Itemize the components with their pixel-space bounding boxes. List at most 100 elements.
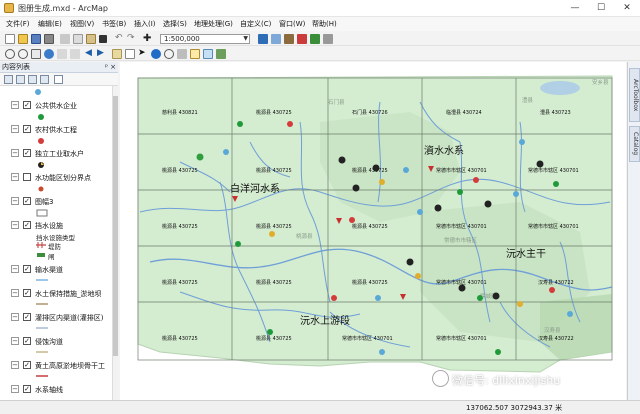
zoom-in-icon[interactable] <box>5 49 15 59</box>
expand-icon[interactable]: − <box>11 197 19 205</box>
menu-selection[interactable]: 选择(S) <box>163 19 187 29</box>
toc-layer-row[interactable]: − ✓ 挡水设施 <box>0 220 112 232</box>
maximize-button[interactable]: ☐ <box>588 0 614 16</box>
facility-point[interactable] <box>379 349 385 355</box>
facility-point[interactable] <box>406 258 414 266</box>
layer-checkbox[interactable]: ✓ <box>23 149 31 157</box>
toc-layer-row[interactable]: − ✓ 水系轴线 <box>0 384 112 396</box>
layer-checkbox[interactable]: ✓ <box>23 265 31 273</box>
layer-checkbox[interactable]: ✓ <box>23 337 31 345</box>
expand-icon[interactable]: − <box>11 265 19 273</box>
expand-icon[interactable]: − <box>11 173 19 181</box>
close-icon[interactable]: × <box>110 62 116 72</box>
model-builder-icon[interactable] <box>323 34 333 44</box>
menu-windows[interactable]: 窗口(W) <box>279 19 305 29</box>
expand-icon[interactable]: − <box>11 289 19 297</box>
facility-point[interactable] <box>553 181 559 187</box>
facility-point[interactable] <box>269 231 275 237</box>
layer-checkbox[interactable]: ✓ <box>23 313 31 321</box>
toc-layer-row[interactable]: − ✓ 灌排区内渠道(灌排区) <box>0 312 112 324</box>
facility-point[interactable] <box>417 209 423 215</box>
facility-point[interactable] <box>458 284 466 292</box>
toc-layer-row[interactable]: − ✓ 独立工业取水户 <box>0 148 112 160</box>
facility-point[interactable] <box>536 160 544 168</box>
redo-icon[interactable]: ↷ <box>127 34 137 44</box>
toc-scrollbar[interactable] <box>112 86 118 400</box>
facility-point[interactable] <box>519 139 525 145</box>
toc-scroll-thumb[interactable] <box>113 96 118 356</box>
facility-point[interactable] <box>492 292 500 300</box>
facility-point[interactable] <box>513 191 519 197</box>
layer-checkbox[interactable]: ✓ <box>23 101 31 109</box>
zoom-out-icon[interactable] <box>18 49 28 59</box>
facility-point[interactable] <box>484 200 492 208</box>
forward-extent-icon[interactable]: ▶ <box>97 49 107 59</box>
toc-layer-row[interactable]: − ✓ 输水渠道 <box>0 264 112 276</box>
layer-checkbox[interactable] <box>23 173 31 181</box>
facility-point[interactable] <box>434 204 442 212</box>
arctoolbox-tab[interactable]: ArcToolbox <box>629 68 640 122</box>
find-icon[interactable] <box>164 49 174 59</box>
fixed-zoom-in-icon[interactable] <box>57 49 67 59</box>
facility-point[interactable] <box>457 189 463 195</box>
facility-point[interactable] <box>372 164 380 172</box>
pin-icon[interactable]: ᵖ <box>105 62 108 72</box>
facility-point[interactable] <box>567 311 573 317</box>
facility-point[interactable] <box>473 177 479 183</box>
html-popup-icon[interactable] <box>203 49 213 59</box>
expand-icon[interactable]: − <box>11 221 19 229</box>
facility-point[interactable] <box>415 273 421 279</box>
copy-icon[interactable] <box>73 34 83 44</box>
measure-icon[interactable] <box>177 49 187 59</box>
facility-point[interactable] <box>267 329 273 335</box>
facility-point[interactable] <box>549 287 555 293</box>
facility-point[interactable] <box>338 156 346 164</box>
print-icon[interactable] <box>44 34 54 44</box>
add-data-icon[interactable]: ✚ <box>143 34 153 44</box>
facility-point[interactable] <box>235 241 241 247</box>
layer-checkbox[interactable]: ✓ <box>23 289 31 297</box>
options-icon[interactable] <box>54 75 63 84</box>
toc-layer-row[interactable]: − ✓ 水土保持措施_淤地坝 <box>0 288 112 300</box>
facility-point[interactable] <box>477 295 483 301</box>
expand-icon[interactable]: − <box>11 385 19 393</box>
menu-view[interactable]: 视图(V) <box>70 19 94 29</box>
select-elements-icon[interactable]: ➤ <box>138 49 148 59</box>
list-by-drawing-order-icon[interactable] <box>4 75 13 84</box>
facility-point[interactable] <box>352 184 360 192</box>
expand-icon[interactable]: − <box>11 101 19 109</box>
menu-bookmarks[interactable]: 书签(B) <box>102 19 126 29</box>
facility-point[interactable] <box>331 295 337 301</box>
map-view[interactable]: 慈利县 430821 桃源县 430725 石门县 430726 临澧县 430… <box>120 62 626 400</box>
open-icon[interactable] <box>18 34 28 44</box>
save-icon[interactable] <box>31 34 41 44</box>
menu-insert[interactable]: 插入(I) <box>134 19 156 29</box>
undo-icon[interactable]: ↶ <box>115 34 125 44</box>
facility-point[interactable] <box>223 149 229 155</box>
toc-layer-row[interactable]: − ✓ 侵蚀沟道 <box>0 336 112 348</box>
toc-layer-row[interactable]: − ✓ 图幅3 <box>0 196 112 208</box>
hyperlink-icon[interactable] <box>190 49 200 59</box>
layer-checkbox[interactable]: ✓ <box>23 197 31 205</box>
select-features-icon[interactable] <box>112 49 122 59</box>
layer-checkbox[interactable]: ✓ <box>23 221 31 229</box>
facility-point[interactable] <box>403 167 409 173</box>
expand-icon[interactable]: − <box>11 125 19 133</box>
arctoolbox-icon[interactable] <box>297 34 307 44</box>
menu-customize[interactable]: 自定义(C) <box>240 19 271 29</box>
expand-icon[interactable]: − <box>11 313 19 321</box>
clear-selection-icon[interactable] <box>125 49 135 59</box>
facility-point[interactable] <box>495 349 501 355</box>
expand-icon[interactable]: − <box>11 337 19 345</box>
layer-checkbox[interactable]: ✓ <box>23 385 31 393</box>
menu-edit[interactable]: 编辑(E) <box>38 19 62 29</box>
list-by-source-icon[interactable] <box>16 75 25 84</box>
list-by-selection-icon[interactable] <box>40 75 49 84</box>
python-icon[interactable] <box>310 34 320 44</box>
minimize-button[interactable]: — <box>562 0 588 16</box>
paste-icon[interactable] <box>86 34 96 44</box>
back-extent-icon[interactable]: ◀ <box>85 49 95 59</box>
time-slider-icon[interactable] <box>216 49 226 59</box>
toc-layer-row[interactable]: − ✓ 黄土高原淤地坝骨干工 <box>0 360 112 372</box>
expand-icon[interactable]: − <box>11 149 19 157</box>
